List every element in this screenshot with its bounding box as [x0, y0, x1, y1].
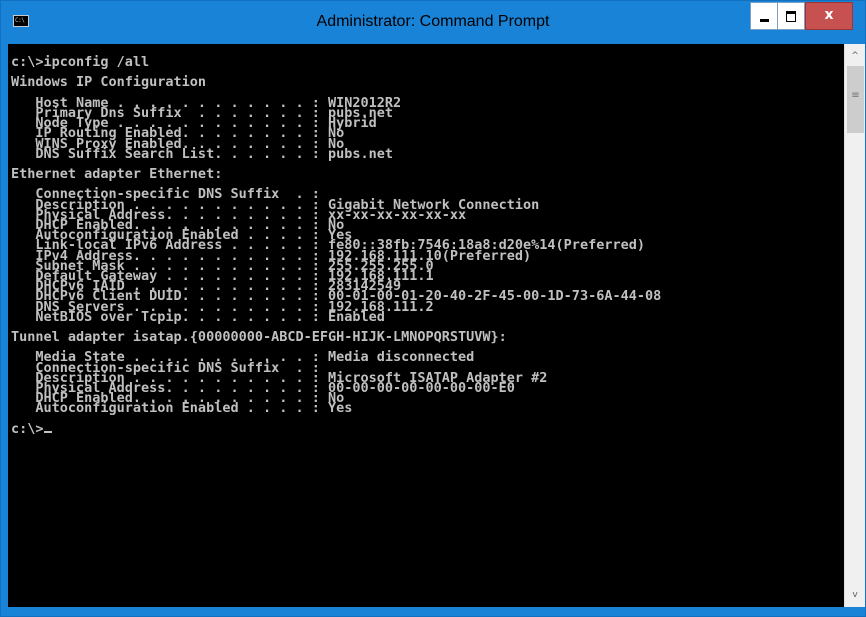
console-line: Autoconfiguration Enabled . . . . : Yes — [11, 400, 353, 417]
minimize-button[interactable] — [750, 2, 778, 30]
title-bar[interactable]: C:\ Administrator: Command Prompt x — [1, 1, 865, 44]
console-line: Windows IP Configuration — [11, 74, 207, 91]
console-output[interactable]: c:\>ipconfig /all Windows IP Configuratio… — [8, 44, 844, 607]
console-text: c:\>ipconfig /all Windows IP Configuratio… — [8, 44, 844, 437]
console-line: Ethernet adapter Ethernet: — [11, 166, 223, 183]
scroll-thumb[interactable] — [847, 66, 864, 133]
vertical-scrollbar[interactable]: ^ v — [844, 44, 865, 607]
command-prompt-window: C:\ Administrator: Command Prompt x c:\>… — [0, 0, 866, 617]
close-button[interactable]: x — [805, 2, 853, 30]
prompt-text: c:\> — [11, 420, 44, 437]
console-line: Tunnel adapter isatap.{00000000-ABCD-EFG… — [11, 329, 507, 346]
window-title: Administrator: Command Prompt — [316, 13, 550, 30]
prompt-line[interactable]: c:\> — [11, 420, 844, 437]
text-cursor — [43, 430, 52, 433]
console-line: DNS Suffix Search List. . . . . . : pubs… — [11, 145, 394, 162]
console-line: c:\>ipconfig /all — [11, 54, 150, 70]
scroll-up-arrow-icon[interactable]: ^ — [845, 48, 865, 64]
scroll-down-arrow-icon[interactable]: v — [845, 587, 865, 603]
maximize-button[interactable] — [778, 2, 805, 30]
